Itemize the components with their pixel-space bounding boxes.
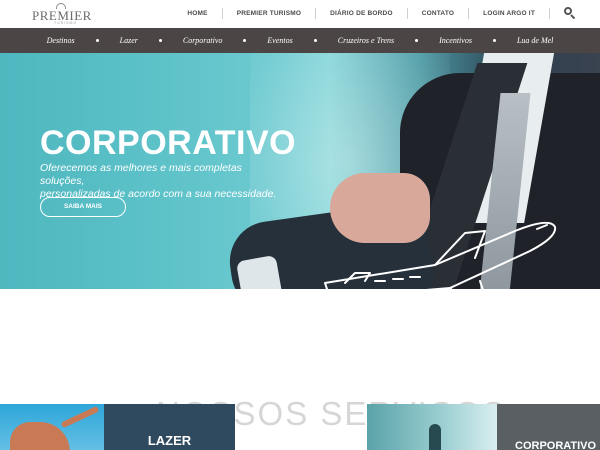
category-separator <box>415 39 419 42</box>
category-bar: Destinos Lazer Corporativo Eventos Cruze… <box>0 28 600 53</box>
category-destinos[interactable]: Destinos <box>47 36 75 45</box>
tile-image-figure <box>429 424 441 450</box>
service-tile-destinos[interactable] <box>0 404 104 450</box>
hero-slider: CORPORATIVO Oferecemos as melhores e mai… <box>0 53 600 289</box>
tile-image-swimmer <box>10 422 70 450</box>
category-cruzeiros-e-trens[interactable]: Cruzeiros e Trens <box>338 36 394 45</box>
service-tile-label: CORPORATIVO <box>515 440 597 450</box>
nav-home[interactable]: HOME <box>173 7 223 19</box>
nav-contato[interactable]: CONTATO <box>408 7 470 19</box>
search-icon[interactable] <box>564 7 576 20</box>
service-tile-label: LAZER <box>147 433 192 448</box>
search-icon-handle <box>570 14 576 20</box>
service-tile-corporativo[interactable]: CORPORATIVO <box>497 404 600 450</box>
hero-title: CORPORATIVO <box>40 124 297 162</box>
airplane-sketch-icon <box>324 221 557 289</box>
service-tile-lazer[interactable]: LAZER <box>104 404 235 450</box>
nav-premier-turismo[interactable]: PREMIER TURISMO <box>223 7 317 19</box>
category-separator <box>158 39 162 42</box>
category-corporativo[interactable]: Corporativo <box>183 36 223 45</box>
hero-description-line-1: Oferecemos as melhores e mais completas … <box>40 162 242 187</box>
category-separator <box>492 39 496 42</box>
category-separator <box>95 39 99 42</box>
service-tile-eventos[interactable] <box>367 404 497 450</box>
logo-subtitle: TURISMO <box>54 21 78 25</box>
category-lua-de-mel[interactable]: Lua de Mel <box>517 36 553 45</box>
tile-image-swimmer-arm <box>60 405 100 429</box>
category-separator <box>243 39 247 42</box>
category-eventos[interactable]: Eventos <box>267 36 292 45</box>
top-header: PREMIER TURISMO HOME PREMIER TURISMO DIÁ… <box>0 0 600 28</box>
logo[interactable]: PREMIER TURISMO <box>32 3 92 25</box>
saiba-mais-button[interactable]: SAIBA MAIS <box>40 197 126 217</box>
category-separator <box>313 39 317 42</box>
category-lazer[interactable]: Lazer <box>120 36 138 45</box>
top-navigation: HOME PREMIER TURISMO DIÁRIO DE BORDO CON… <box>173 0 576 26</box>
hero-description: Oferecemos as melhores e mais completas … <box>40 162 280 201</box>
nav-login-argo-it[interactable]: LOGIN ARGO IT <box>469 7 550 19</box>
category-incentivos[interactable]: Incentivos <box>439 36 472 45</box>
nav-diario-de-bordo[interactable]: DIÁRIO DE BORDO <box>316 7 408 19</box>
